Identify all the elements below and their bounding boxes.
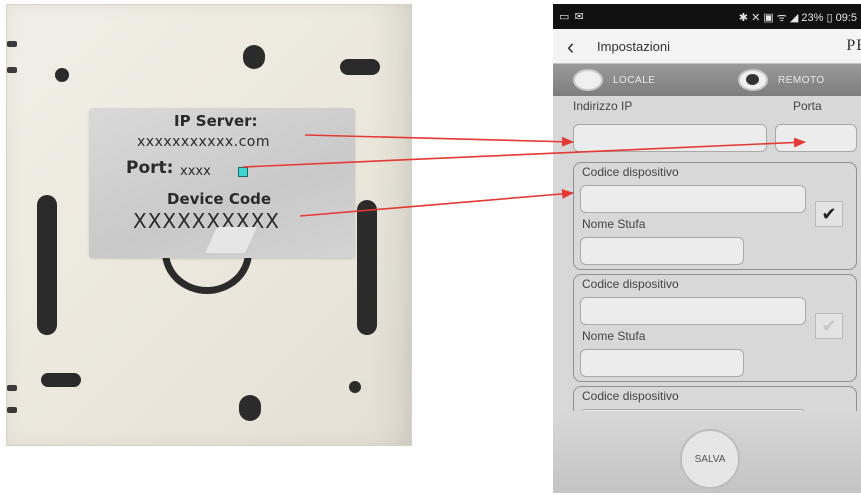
mounting-slot	[41, 373, 81, 387]
device-back-plate-photo: IP Server: xxxxxxxxxxx.com Port: xxxx De…	[6, 4, 412, 446]
phone-screen: ▭ ✉ ✱ ✕ ▣ ᯤ ◢ 23% ▯ 09:5 ‹ Impostazioni …	[553, 4, 861, 493]
device-group-1: Codice dispositivo Nome Stufa ✔	[573, 162, 857, 270]
settings-form: Indirizzo IP Porta Codice dispositivo No…	[553, 96, 861, 427]
save-button[interactable]: SALVA	[680, 429, 740, 489]
edge-notch	[7, 407, 17, 413]
screw-hole	[349, 381, 361, 393]
port-indicator-square-icon	[238, 167, 248, 177]
mode-remoto-option[interactable]: REMOTO	[738, 69, 825, 91]
connection-mode-bar: LOCALE REMOTO	[553, 64, 861, 96]
ip-server-value: xxxxxxxxxxx.com	[137, 134, 270, 150]
stove-name-label: Nome Stufa	[582, 329, 646, 343]
mounting-slot	[37, 195, 57, 335]
edge-notch	[7, 67, 17, 73]
locale-radio-icon[interactable]	[573, 69, 603, 91]
screw-hole	[55, 68, 69, 82]
mode-locale-label: LOCALE	[613, 74, 656, 86]
device-code-value: XXXXXXXXXX	[133, 209, 281, 233]
mode-remoto-label: REMOTO	[778, 74, 825, 86]
ip-server-title: IP Server:	[174, 112, 258, 130]
device-group-2: Codice dispositivo Nome Stufa ✔	[573, 274, 857, 382]
page-title: Impostazioni	[597, 39, 670, 54]
stove-name-input[interactable]	[580, 349, 744, 377]
status-right-info: ✱ ✕ ▣ ᯤ ◢ 23% ▯ 09:5	[738, 12, 857, 24]
mounting-slot	[239, 395, 261, 421]
port-value: xxxx	[180, 164, 211, 179]
porta-input[interactable]	[775, 124, 857, 152]
edge-notch	[7, 385, 17, 391]
navigation-bar: ‹ Impostazioni PE	[553, 29, 861, 64]
device-code-label: Codice dispositivo	[582, 389, 679, 403]
status-left-icons: ▭ ✉	[559, 11, 585, 23]
stove-name-input[interactable]	[580, 237, 744, 265]
mounting-slot	[243, 45, 265, 69]
bottom-bar: SALVA	[553, 411, 861, 493]
device-code-label: Codice dispositivo	[582, 277, 679, 291]
brand-logo: PE	[846, 37, 861, 54]
device-code-title: Device Code	[167, 190, 272, 208]
stove-name-label: Nome Stufa	[582, 217, 646, 231]
mode-locale-option[interactable]: LOCALE	[573, 69, 655, 91]
remoto-radio-icon[interactable]	[738, 69, 768, 91]
device-code-input[interactable]	[580, 297, 806, 325]
device-enabled-checkbox[interactable]: ✔	[815, 313, 843, 339]
device-enabled-checkbox[interactable]: ✔	[815, 201, 843, 227]
device-code-input[interactable]	[580, 185, 806, 213]
mounting-slot	[357, 200, 377, 335]
port-title: Port:	[126, 158, 174, 178]
edge-notch	[7, 41, 17, 47]
porta-label: Porta	[793, 99, 822, 113]
device-code-label: Codice dispositivo	[582, 165, 679, 179]
back-chevron-icon[interactable]: ‹	[567, 34, 574, 60]
ip-address-input[interactable]	[573, 124, 767, 152]
mounting-slot	[340, 59, 380, 75]
device-info-sticker: IP Server: xxxxxxxxxxx.com Port: xxxx De…	[89, 108, 355, 258]
status-bar: ▭ ✉ ✱ ✕ ▣ ᯤ ◢ 23% ▯ 09:5	[553, 4, 861, 29]
ip-address-label: Indirizzo IP	[573, 99, 633, 113]
